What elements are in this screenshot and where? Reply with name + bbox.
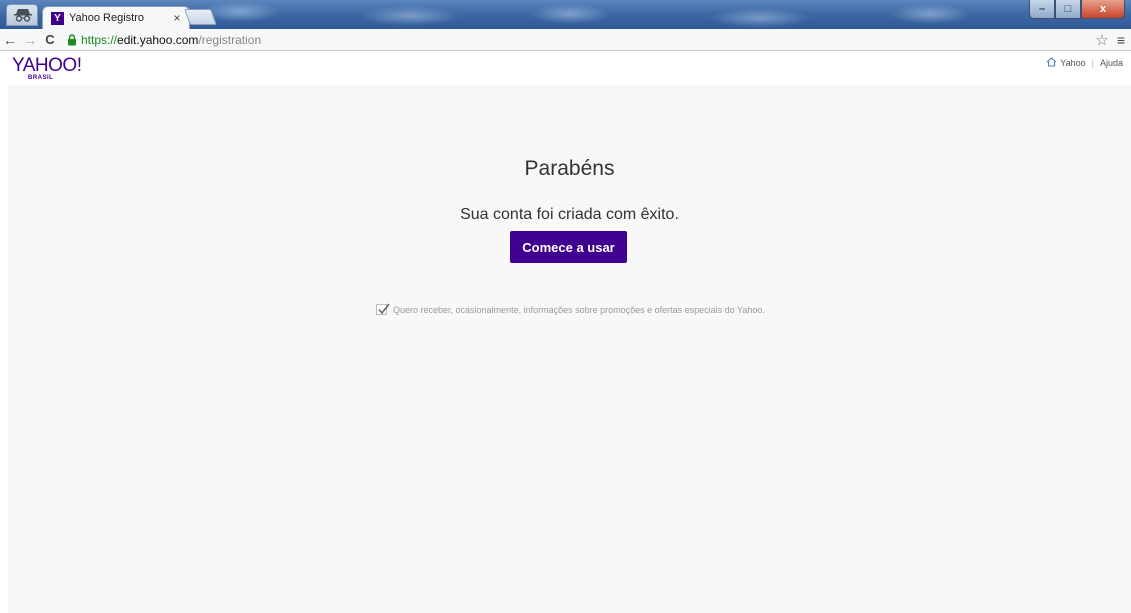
browser-tab-yahoo-registro[interactable]: Y Yahoo Registro × bbox=[42, 6, 190, 29]
bookmark-star-icon[interactable]: ☆ bbox=[1091, 31, 1113, 49]
success-message: Sua conta foi criada com êxito. bbox=[460, 206, 679, 223]
reload-icon[interactable]: C bbox=[40, 32, 60, 47]
browser-menu-icon[interactable]: ≡ bbox=[1113, 32, 1129, 48]
incognito-icon bbox=[6, 4, 38, 26]
yahoo-favicon-icon: Y bbox=[51, 11, 64, 25]
titlebar-background bbox=[150, 0, 1050, 29]
help-link[interactable]: Ajuda bbox=[1100, 58, 1123, 68]
minimize-button[interactable]: – bbox=[1029, 0, 1055, 19]
promotions-checkbox[interactable] bbox=[376, 303, 390, 315]
page-title: Parabéns bbox=[524, 157, 615, 180]
link-separator: | bbox=[1091, 58, 1094, 68]
window-controls: – □ x bbox=[1029, 0, 1125, 19]
tab-close-icon[interactable]: × bbox=[169, 11, 185, 25]
home-icon[interactable] bbox=[1046, 57, 1057, 69]
tab-title: Yahoo Registro bbox=[69, 12, 145, 24]
forward-arrow-icon[interactable]: → bbox=[20, 32, 40, 48]
yahoo-brasil-logo[interactable]: YAHOO! BRASIL bbox=[12, 56, 82, 82]
url-path: /registration bbox=[198, 32, 262, 47]
checkmark-icon bbox=[378, 303, 390, 315]
registration-success-panel: Parabéns Sua conta foi criada com êxito.… bbox=[8, 85, 1131, 613]
logo-wordmark: YAHOO! bbox=[12, 55, 82, 76]
url-host: edit.yahoo.com bbox=[117, 32, 199, 47]
window-titlebar: Y Yahoo Registro × – □ x bbox=[0, 0, 1131, 29]
site-header: YAHOO! BRASIL Yahoo | Ajuda bbox=[0, 51, 1131, 85]
url-scheme: https:// bbox=[81, 32, 118, 47]
page: YAHOO! BRASIL Yahoo | Ajuda Parabéns Sua… bbox=[0, 51, 1131, 613]
yahoo-home-link[interactable]: Yahoo bbox=[1060, 58, 1085, 68]
promotions-optin[interactable]: Quero receber, ocasionalmente, informaçõ… bbox=[376, 303, 765, 315]
lock-icon bbox=[67, 33, 77, 46]
maximize-button[interactable]: □ bbox=[1055, 0, 1081, 19]
new-tab-button[interactable] bbox=[184, 9, 217, 25]
close-window-button[interactable]: x bbox=[1081, 0, 1125, 19]
browser-toolbar: ← → C https://edit.yahoo.com/registratio… bbox=[0, 29, 1131, 51]
address-bar[interactable]: https://edit.yahoo.com/registration bbox=[64, 31, 1091, 49]
back-arrow-icon[interactable]: ← bbox=[0, 32, 20, 48]
promotions-label: Quero receber, ocasionalmente, informaçõ… bbox=[393, 304, 765, 315]
header-links: Yahoo | Ajuda bbox=[1046, 57, 1123, 69]
start-using-button[interactable]: Comece a usar bbox=[510, 231, 627, 263]
logo-region: BRASIL bbox=[28, 75, 54, 81]
